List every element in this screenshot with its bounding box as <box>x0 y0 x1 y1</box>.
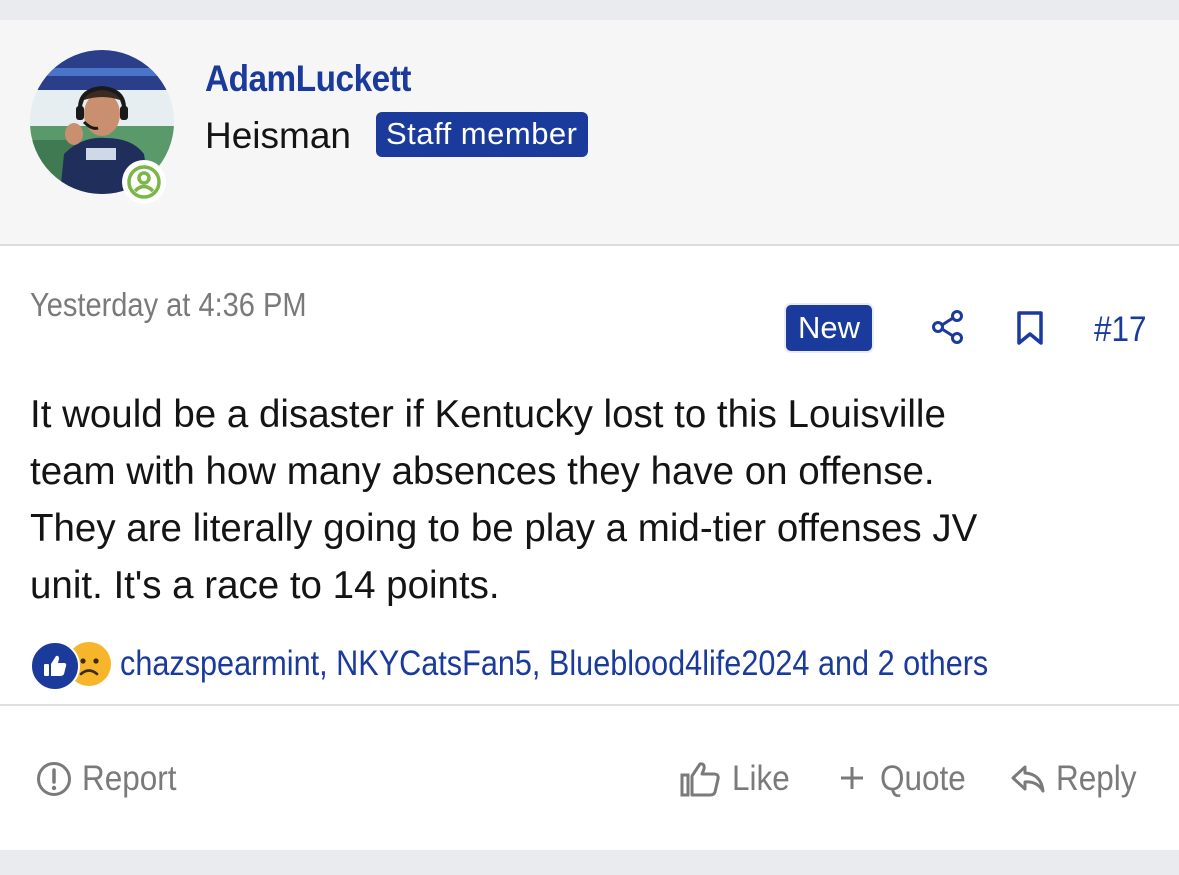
like-label: Like <box>732 759 790 798</box>
quote-label: Quote <box>880 759 966 798</box>
exclamation-circle-icon <box>37 762 71 796</box>
username[interactable]: AdamLuckett <box>205 58 411 100</box>
thumbs-up-outline-icon <box>680 762 720 797</box>
thumbs-up-icon <box>30 641 80 691</box>
footer-divider <box>0 704 1179 706</box>
staff-badge: Staff member <box>376 112 588 157</box>
report-label: Report <box>82 759 177 798</box>
post-body-line: It would be a disaster if Kentucky lost … <box>30 393 946 436</box>
post-date[interactable]: Yesterday at 4:36 PM <box>30 286 307 324</box>
reactions-summary[interactable]: chazspearmint, NKYCatsFan5, Blueblood4li… <box>30 640 1150 691</box>
forum-post: AdamLuckett Heisman Staff member Yesterd… <box>0 20 1179 850</box>
post-body: It would be a disaster if Kentucky lost … <box>30 386 1140 614</box>
bookmark-icon[interactable] <box>1015 310 1045 351</box>
post-number[interactable]: #17 <box>1094 310 1147 350</box>
post-body-line: team with how many absences they have on… <box>30 450 935 493</box>
reactors-list[interactable]: chazspearmint, NKYCatsFan5, Blueblood4li… <box>120 644 988 684</box>
user-title: Heisman <box>205 115 351 156</box>
reply-label: Reply <box>1056 759 1137 798</box>
share-icon[interactable] <box>930 309 966 350</box>
new-badge: New <box>786 305 873 351</box>
post-body-line: unit. It's a race to 14 points. <box>30 564 500 607</box>
reply-arrow-icon <box>1011 765 1045 793</box>
post-user-header: AdamLuckett Heisman Staff member <box>0 20 1179 246</box>
online-status-icon <box>122 160 166 204</box>
plus-icon <box>841 767 863 789</box>
post-body-line: They are literally going to be play a mi… <box>30 507 978 550</box>
